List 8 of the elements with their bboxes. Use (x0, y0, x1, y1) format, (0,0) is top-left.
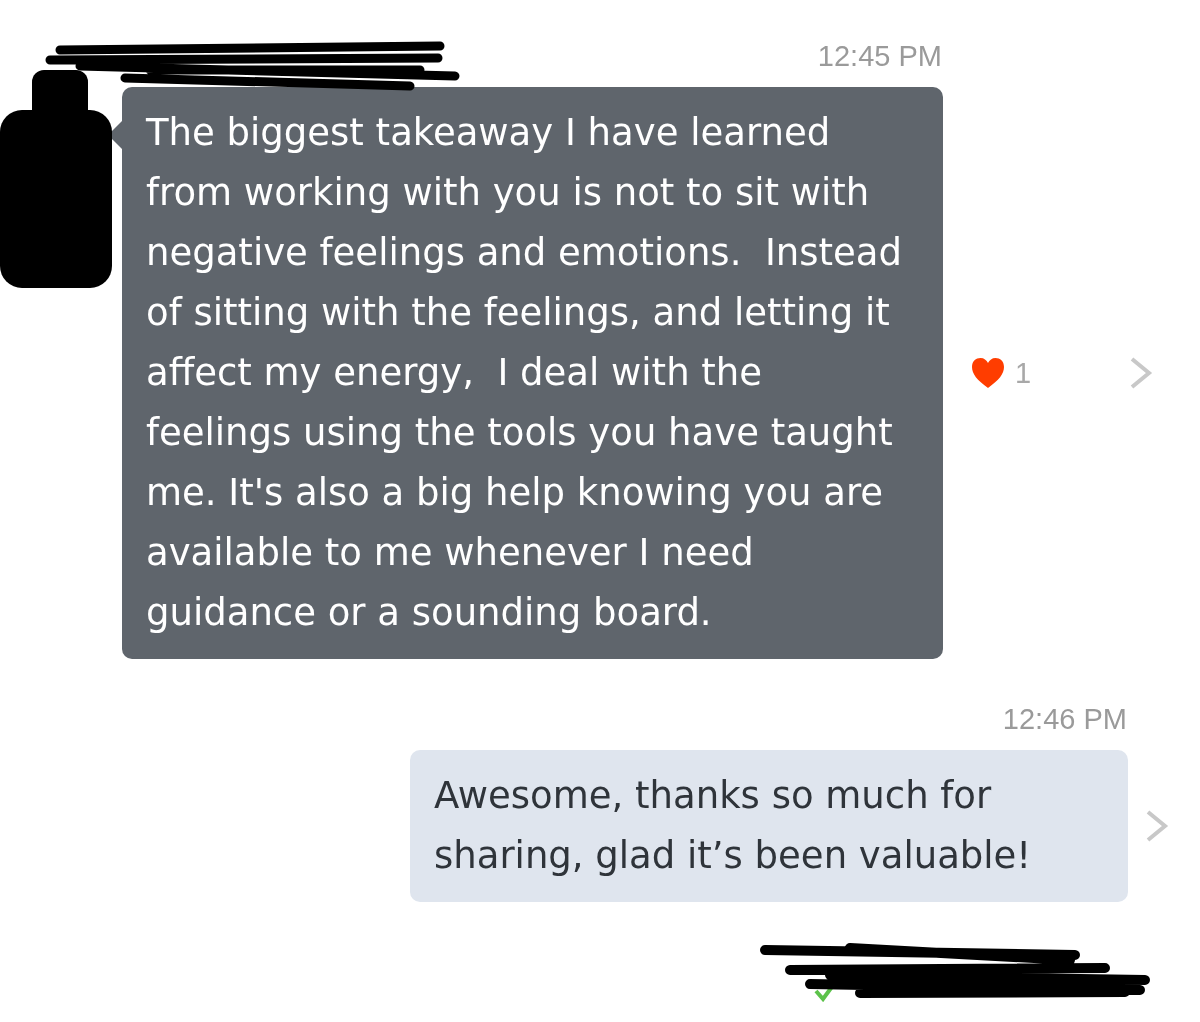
timestamp: 12:46 PM (1002, 703, 1127, 736)
heart-icon[interactable] (971, 357, 1005, 389)
message-bubble: Awesome, thanks so much for sharing, glad it’s been valuable! (410, 750, 1128, 902)
chevron-icon[interactable] (1128, 356, 1154, 390)
reaction-count: 1 (1015, 356, 1032, 390)
chevron-icon[interactable] (1144, 809, 1170, 843)
message-bubble: The biggest takeaway I have learned from working with you is not to sit with negative feelings and emotions. Instead of sitting with the feelings, and letting it affect my energy, I deal with the feelings using the tools you have taught me. It's also a big help knowing you are available to me whenever I need guidance or a sounding board. (122, 87, 943, 659)
timestamp: 12:45 PM (817, 40, 942, 73)
